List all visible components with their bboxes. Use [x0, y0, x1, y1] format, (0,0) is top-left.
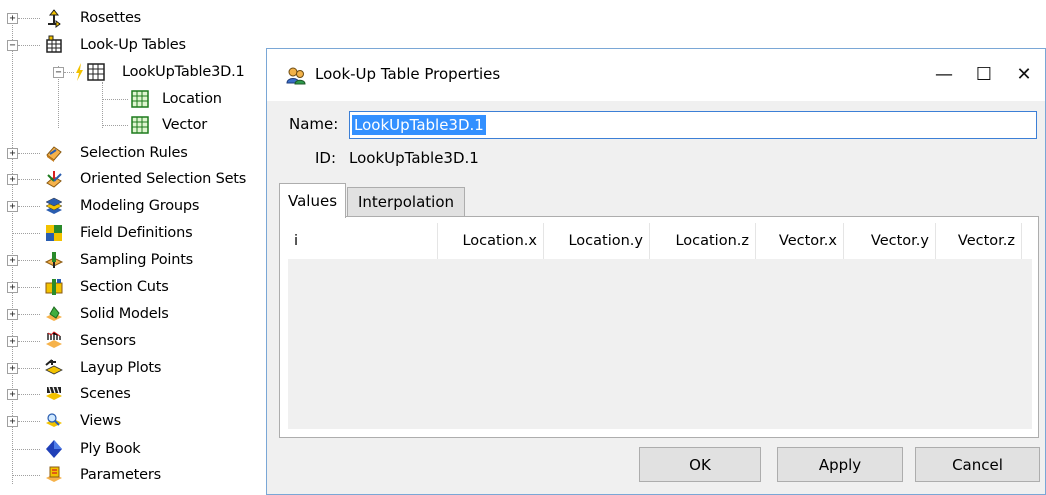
values-tab-panel: i Location.x Location.y Location.z Vecto… — [279, 216, 1039, 438]
sensors-icon — [44, 331, 64, 351]
scenes-icon — [44, 384, 64, 404]
tree-item-label: Look-Up Tables — [80, 37, 186, 53]
expand-toggle[interactable]: + — [7, 148, 18, 159]
id-value: LookUpTable3D.1 — [349, 149, 479, 167]
lookup-tables-icon — [44, 35, 64, 55]
tab-interpolation[interactable]: Interpolation — [347, 187, 465, 217]
views-icon — [44, 411, 64, 431]
column-header-vector-x[interactable]: Vector.x — [756, 223, 844, 259]
layup-plots-icon — [44, 358, 64, 378]
column-header-i[interactable]: i — [288, 223, 438, 259]
column-header-location-z[interactable]: Location.z — [650, 223, 756, 259]
tree-item-label: Location — [162, 91, 222, 107]
tree-item-label: Field Definitions — [80, 225, 193, 241]
column-header-location-y[interactable]: Location.y — [544, 223, 650, 259]
rosette-icon — [44, 8, 64, 28]
ok-button[interactable]: OK — [639, 447, 761, 482]
table-header: i Location.x Location.y Location.z Vecto… — [288, 223, 1032, 259]
dialog-titlebar[interactable]: Look-Up Table Properties — ☐ ✕ — [267, 49, 1045, 101]
expand-toggle[interactable]: + — [7, 416, 18, 427]
oriented-selection-sets-icon — [44, 169, 64, 189]
tree-item-label: Views — [80, 413, 121, 429]
field-definitions-icon — [44, 223, 64, 243]
expand-toggle[interactable]: + — [7, 282, 18, 293]
tree-item-label: Ply Book — [80, 441, 141, 457]
tree-connector — [12, 14, 13, 484]
maximize-button[interactable]: ☐ — [967, 59, 1001, 91]
dialog-button-bar: OK Apply Cancel — [267, 437, 1045, 495]
name-input-value: LookUpTable3D.1 — [352, 115, 486, 135]
look-up-table-properties-dialog: Look-Up Table Properties — ☐ ✕ Name: Loo… — [266, 48, 1046, 495]
tree-item-label: Layup Plots — [80, 360, 162, 376]
properties-icon — [285, 65, 307, 87]
name-label: Name: — [289, 115, 339, 133]
collapse-toggle[interactable]: − — [53, 67, 64, 78]
table-icon — [130, 89, 150, 109]
tree-item-label: Sensors — [80, 333, 136, 349]
column-header-vector-y[interactable]: Vector.y — [844, 223, 936, 259]
sampling-points-icon — [44, 250, 64, 270]
expand-toggle[interactable]: + — [7, 174, 18, 185]
ply-book-icon — [44, 439, 64, 459]
collapse-toggle[interactable]: − — [7, 40, 18, 51]
values-table[interactable]: i Location.x Location.y Location.z Vecto… — [288, 223, 1032, 429]
tree-item-label: Solid Models — [80, 306, 169, 322]
column-header-vector-z[interactable]: Vector.z — [936, 223, 1022, 259]
name-input[interactable]: LookUpTable3D.1 — [349, 111, 1037, 139]
parameters-icon — [44, 465, 64, 485]
id-label: ID: — [315, 149, 337, 167]
tree-item-label: Vector — [162, 117, 208, 133]
expand-toggle[interactable]: + — [7, 363, 18, 374]
tree-item-label: Oriented Selection Sets — [80, 171, 247, 187]
expand-toggle[interactable]: + — [7, 201, 18, 212]
tree-item-label: Selection Rules — [80, 145, 188, 161]
lightning-icon — [74, 62, 84, 82]
apply-button[interactable]: Apply — [777, 447, 903, 482]
minimize-button[interactable]: — — [927, 59, 961, 91]
model-tree: + Rosettes − Look-Up Tables − LookUpTabl… — [0, 0, 270, 495]
tree-item-label: Section Cuts — [80, 279, 169, 295]
expand-toggle[interactable]: + — [7, 389, 18, 400]
expand-toggle[interactable]: + — [7, 336, 18, 347]
close-button[interactable]: ✕ — [1007, 59, 1041, 91]
solid-models-icon — [44, 304, 64, 324]
tree-item-label: Sampling Points — [80, 252, 194, 268]
tree-connector — [102, 82, 103, 128]
table-icon — [130, 115, 150, 135]
tab-values[interactable]: Values — [279, 183, 347, 218]
tree-item-label: Rosettes — [80, 10, 142, 26]
tree-item-label: Scenes — [80, 386, 131, 402]
selection-rules-icon — [44, 143, 64, 163]
expand-toggle[interactable]: + — [7, 255, 18, 266]
expand-toggle[interactable]: + — [7, 309, 18, 320]
table-icon — [86, 62, 106, 82]
cancel-button[interactable]: Cancel — [915, 447, 1040, 482]
expand-toggle[interactable]: + — [7, 13, 18, 24]
tree-item-label: LookUpTable3D.1 — [122, 64, 245, 80]
tree-item-label: Modeling Groups — [80, 198, 200, 214]
modeling-groups-icon — [44, 196, 64, 216]
dialog-title: Look-Up Table Properties — [315, 65, 501, 83]
column-header-location-x[interactable]: Location.x — [438, 223, 544, 259]
section-cuts-icon — [44, 277, 64, 297]
tree-item-label: Parameters — [80, 467, 161, 483]
